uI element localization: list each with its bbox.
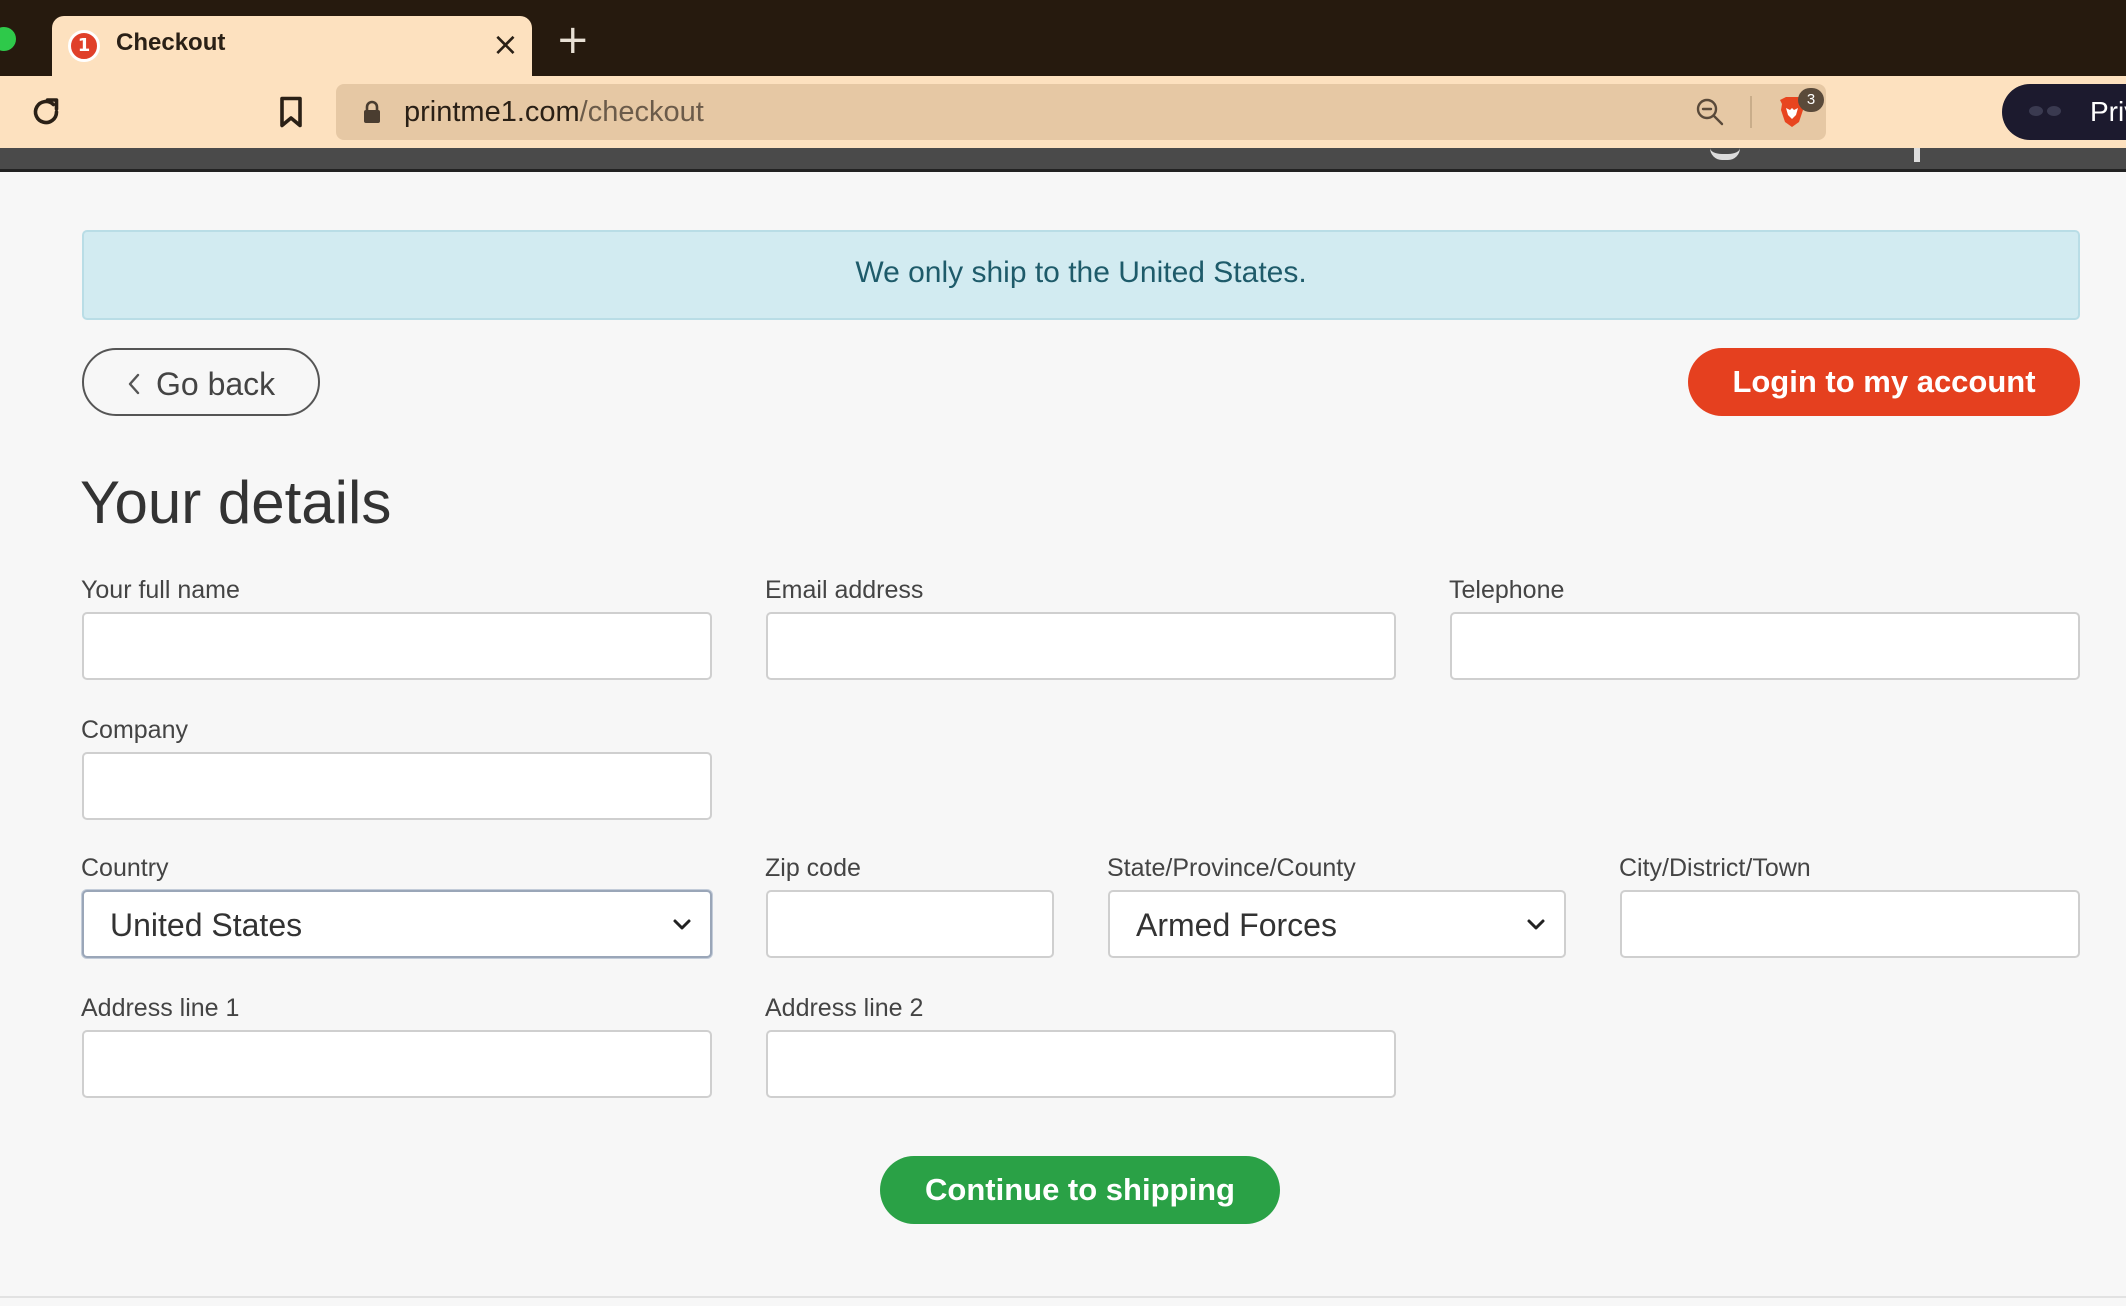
full-name-input[interactable] — [82, 612, 712, 680]
company-label: Company — [81, 716, 188, 744]
address-line-1-input[interactable] — [82, 1030, 712, 1098]
shields-count-badge: 3 — [1798, 88, 1824, 112]
tab-checkout[interactable]: 1 Checkout × — [52, 16, 532, 78]
site-header-fragment — [1914, 148, 1920, 162]
zoom-out-icon[interactable] — [1694, 96, 1726, 128]
address-line-2-label: Address line 2 — [765, 994, 924, 1022]
state-value: Armed Forces — [1136, 907, 1337, 943]
chevron-down-icon — [1527, 919, 1545, 930]
continue-to-shipping-label: Continue to shipping — [925, 1172, 1235, 1207]
url-path: /checkout — [579, 96, 704, 128]
telephone-label: Telephone — [1449, 576, 1565, 604]
email-label: Email address — [765, 576, 924, 604]
zip-input[interactable] — [766, 890, 1054, 958]
full-name-label: Your full name — [81, 576, 240, 604]
reload-icon[interactable] — [28, 94, 64, 130]
new-tab-icon[interactable]: + — [556, 18, 590, 62]
city-input[interactable] — [1620, 890, 2080, 958]
chevron-left-icon — [128, 373, 140, 395]
company-input[interactable] — [82, 752, 712, 820]
browser-tab-strip: 1 Checkout × + — [0, 0, 2126, 78]
tab-close-icon[interactable]: × — [492, 26, 519, 62]
private-label: Private — [2090, 96, 2126, 127]
favicon-icon: 1 — [68, 30, 100, 62]
go-back-button[interactable]: Go back — [82, 348, 320, 416]
continue-to-shipping-button[interactable]: Continue to shipping — [880, 1156, 1280, 1224]
address-line-1-label: Address line 1 — [81, 994, 240, 1022]
shipping-notice-text: We only ship to the United States. — [855, 256, 1307, 289]
login-label: Login to my account — [1732, 364, 2036, 399]
country-select[interactable]: United States — [82, 890, 712, 958]
city-label: City/District/Town — [1619, 854, 1811, 882]
country-label: Country — [81, 854, 169, 882]
address-bar[interactable]: printme1.com/checkout 3 — [336, 84, 1826, 140]
site-header-fragment — [1710, 148, 1740, 160]
page-title: Your details — [80, 469, 392, 536]
private-mask-icon — [2029, 106, 2061, 116]
telephone-input[interactable] — [1450, 612, 2080, 680]
zip-label: Zip code — [765, 854, 861, 882]
shipping-notice: We only ship to the United States. — [82, 230, 2080, 320]
go-back-label: Go back — [156, 366, 276, 402]
state-label: State/Province/County — [1107, 854, 1356, 882]
lock-icon — [364, 100, 380, 123]
site-header-strip — [0, 148, 2126, 172]
address-bar-divider — [1750, 96, 1752, 128]
url-host: printme1.com — [404, 96, 580, 128]
window-maximize-button[interactable] — [0, 27, 16, 51]
browser-toolbar: printme1.com/checkout 3 Private — [0, 76, 2126, 148]
chevron-down-icon — [673, 919, 691, 930]
url-text: printme1.com/checkout — [404, 96, 704, 129]
email-input[interactable] — [766, 612, 1396, 680]
state-select[interactable]: Armed Forces — [1108, 890, 1566, 958]
tab-title: Checkout — [116, 29, 226, 56]
private-window-badge[interactable]: Private — [2002, 84, 2126, 140]
login-button[interactable]: Login to my account — [1688, 348, 2080, 416]
page-bottom-divider — [0, 1296, 2126, 1298]
bookmark-icon[interactable] — [276, 94, 306, 130]
address-line-2-input[interactable] — [766, 1030, 1396, 1098]
country-value: United States — [110, 907, 303, 943]
